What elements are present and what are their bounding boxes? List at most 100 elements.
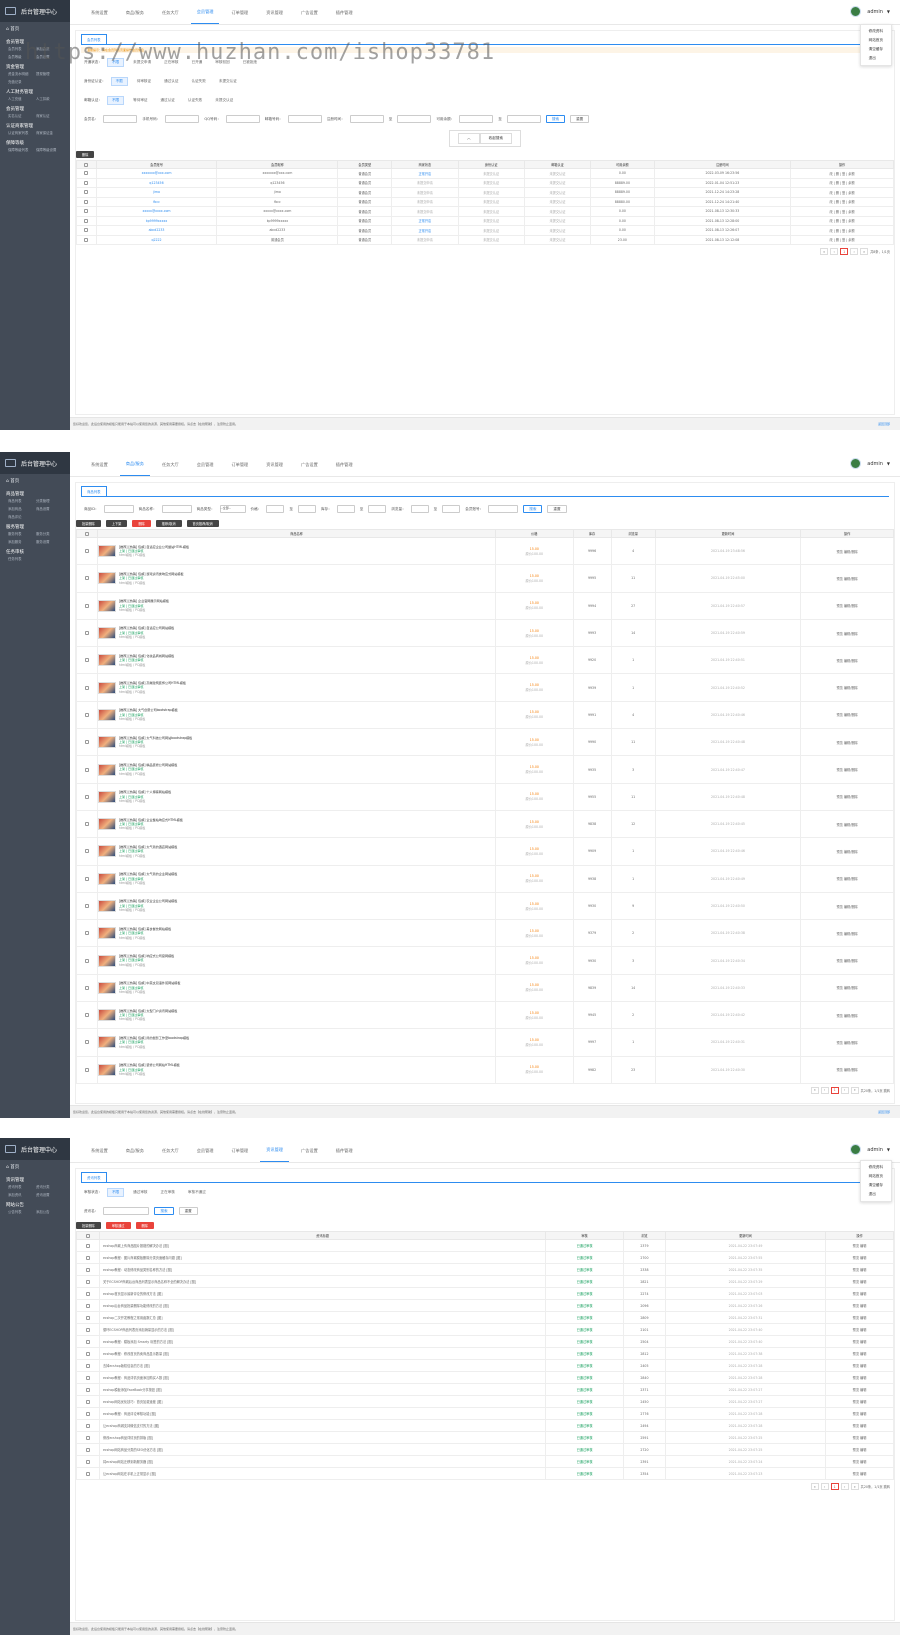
sidebar-item[interactable]: 服务设置	[36, 539, 64, 544]
edit-delete-link[interactable]: 编辑/删除	[844, 577, 858, 581]
edit-link[interactable]: 编辑	[860, 1376, 866, 1380]
member-account-link[interactable]: kp9999xxxxx	[95, 215, 218, 226]
row-actions[interactable]: 改 | 删 | 登 | 余额	[790, 187, 894, 198]
sidebar-group[interactable]: 网站公告	[0, 1199, 70, 1209]
search-input[interactable]	[336, 505, 355, 513]
edit-link[interactable]: 编辑	[860, 1244, 866, 1248]
search-input[interactable]	[488, 505, 519, 513]
row-checkbox[interactable]	[85, 1351, 90, 1356]
preview-link[interactable]: 预览	[853, 1400, 859, 1404]
preview-link[interactable]: 预览	[853, 1388, 859, 1392]
sidebar-item[interactable]: 充值记录	[8, 79, 36, 84]
row-checkbox[interactable]	[84, 549, 89, 554]
edit-delete-link[interactable]: 编辑/删除	[844, 1068, 858, 1072]
select-all-checkbox[interactable]	[84, 531, 89, 536]
product-thumbnail[interactable]	[97, 627, 116, 640]
product-title[interactable]: [推荐] [热销] 包邮] 大气简约企业网站模板	[119, 872, 178, 876]
row-checkbox[interactable]	[84, 740, 89, 745]
row-checkbox[interactable]	[84, 1040, 89, 1045]
user-menu-item[interactable]: 网站首页	[861, 36, 891, 45]
preview-link[interactable]: 预览	[836, 905, 842, 909]
row-checkbox[interactable]	[85, 1291, 90, 1296]
filter-chip[interactable]: 未提交认证	[215, 78, 241, 85]
member-account-link[interactable]: q2222	[95, 234, 218, 245]
search-input[interactable]	[161, 505, 192, 513]
product-thumbnail[interactable]	[97, 654, 116, 667]
row-checkbox[interactable]	[84, 631, 89, 636]
last-page-button[interactable]: »	[860, 248, 869, 255]
action-button[interactable]: 批量删除	[76, 520, 101, 527]
tab-article-list[interactable]: 资讯列表	[81, 1172, 107, 1182]
edit-link[interactable]: 编辑	[860, 1352, 866, 1356]
top-nav-item[interactable]: 会员管理	[191, 1148, 220, 1162]
sidebar-item[interactable]: 添加资讯	[8, 1192, 36, 1197]
article-title[interactable]: ecshop后台商品批量删除功能修改的方法 [图]	[98, 1299, 547, 1312]
product-thumbnail[interactable]	[97, 736, 116, 749]
search-button[interactable]: 搜索	[545, 115, 566, 123]
row-actions[interactable]: 改 | 删 | 登 | 余额	[790, 206, 894, 217]
preview-link[interactable]: 预览	[836, 850, 842, 854]
product-thumbnail[interactable]	[97, 1009, 116, 1022]
product-thumbnail[interactable]	[97, 818, 116, 831]
row-checkbox[interactable]	[84, 904, 89, 908]
reset-button[interactable]: 重置	[547, 505, 567, 513]
action-button[interactable]: 删除	[132, 520, 151, 527]
row-actions[interactable]: 改 | 删 | 登 | 余额	[790, 168, 894, 179]
user-menu-item[interactable]: 清空缓存	[861, 45, 891, 54]
search-input[interactable]	[506, 115, 541, 123]
preview-link[interactable]: 预览	[836, 823, 842, 827]
row-checkbox[interactable]	[85, 1267, 90, 1272]
sidebar-item[interactable]: 商品评论	[8, 514, 36, 519]
edit-delete-link[interactable]: 编辑/删除	[844, 795, 858, 799]
top-nav-item[interactable]: 资讯管理	[260, 1147, 289, 1162]
top-nav-item[interactable]: 系统设置	[85, 10, 114, 24]
edit-delete-link[interactable]: 编辑/删除	[844, 959, 858, 963]
top-nav-item[interactable]: 插件管理	[330, 1148, 359, 1162]
article-title[interactable]: ecshop教程：修改首页热卖商品显示数量 [图]	[98, 1347, 547, 1360]
filter-chip[interactable]: 认证失败	[188, 78, 210, 85]
article-title[interactable]: ecshop首页显示最新评论的修改方法 [图]	[98, 1287, 547, 1300]
filter-chip[interactable]: 通过认证	[160, 78, 182, 85]
preview-link[interactable]: 预览	[836, 1014, 842, 1018]
row-checkbox[interactable]	[85, 1303, 90, 1308]
row-checkbox[interactable]	[84, 1067, 89, 1072]
member-account-link[interactable]: abcd2233	[95, 225, 218, 236]
product-thumbnail[interactable]	[97, 681, 116, 694]
preview-link[interactable]: 预览	[836, 986, 842, 990]
filter-chip[interactable]: 等待审证	[129, 97, 151, 104]
edit-delete-link[interactable]: 编辑/删除	[844, 850, 858, 854]
top-nav-item[interactable]: 会员管理	[190, 9, 220, 24]
top-nav-item[interactable]: 任务大厅	[156, 1148, 185, 1162]
sidebar-home[interactable]: ⌂ 首页	[0, 1160, 70, 1174]
filter-chip[interactable]: 未提交认证	[211, 97, 237, 104]
sidebar-item[interactable]: 人工扣款	[36, 96, 64, 101]
edit-delete-link[interactable]: 编辑/删除	[844, 768, 858, 772]
row-checkbox[interactable]	[84, 794, 89, 799]
row-checkbox[interactable]	[85, 1339, 90, 1344]
row-checkbox[interactable]	[84, 958, 89, 963]
back-to-top-link[interactable]: 返回顶部	[878, 422, 890, 426]
top-nav-item[interactable]: 插件管理	[330, 462, 359, 476]
row-checkbox[interactable]	[84, 209, 89, 214]
row-checkbox[interactable]	[85, 1447, 90, 1452]
sidebar-item[interactable]: 资讯列表	[8, 1184, 36, 1189]
top-nav-item[interactable]: 会员管理	[191, 462, 220, 476]
preview-link[interactable]: 预览	[853, 1448, 859, 1452]
product-title[interactable]: [推荐] [热销] 包邮] 个人博客网站模板	[119, 790, 171, 794]
sidebar-item[interactable]: 添加公告	[36, 1209, 64, 1214]
edit-link[interactable]: 编辑	[860, 1316, 866, 1320]
edit-link[interactable]: 编辑	[860, 1400, 866, 1404]
preview-link[interactable]: 预览	[853, 1304, 859, 1308]
preview-link[interactable]: 预览	[853, 1472, 859, 1476]
row-checkbox[interactable]	[85, 1315, 90, 1320]
row-checkbox[interactable]	[85, 1435, 90, 1440]
member-account-link[interactable]: xxxxxxx@xxx.com	[95, 168, 218, 179]
sidebar-item[interactable]: 认证商家列表	[8, 130, 36, 135]
preview-link[interactable]: 预览	[853, 1328, 859, 1332]
edit-delete-link[interactable]: 编辑/删除	[844, 659, 858, 663]
product-thumbnail[interactable]	[97, 790, 116, 803]
row-checkbox[interactable]	[85, 1411, 90, 1416]
row-checkbox[interactable]	[84, 171, 89, 176]
edit-link[interactable]: 编辑	[860, 1364, 866, 1368]
row-checkbox[interactable]	[84, 876, 89, 881]
